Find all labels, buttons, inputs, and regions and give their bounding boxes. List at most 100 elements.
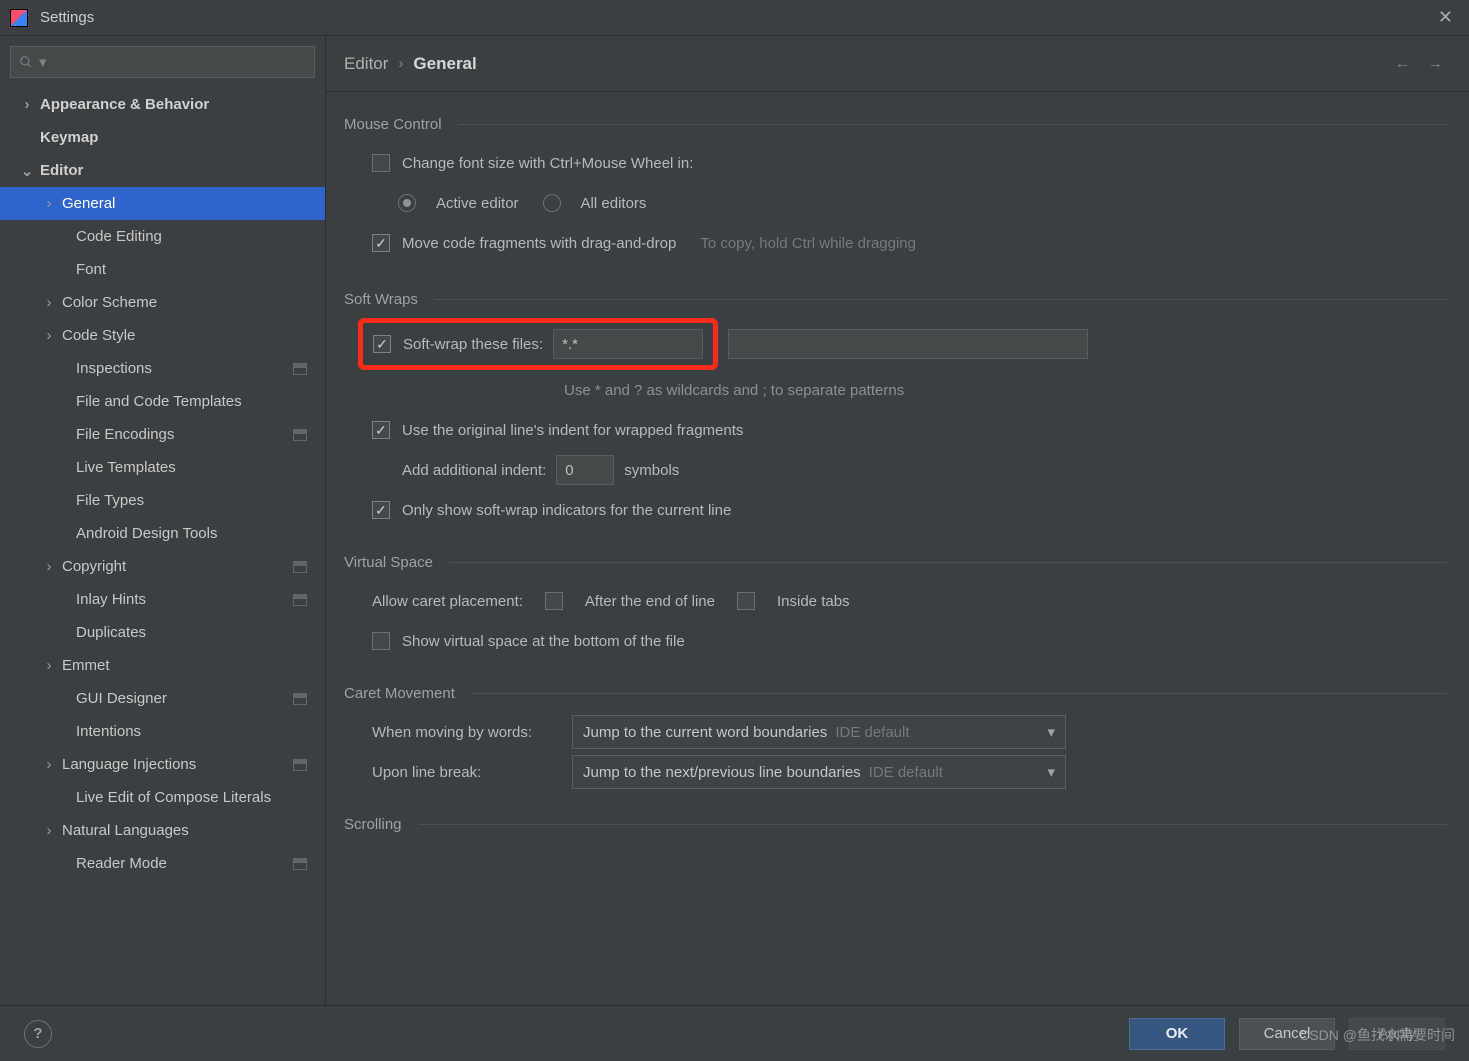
project-scope-icon — [293, 429, 307, 441]
sidebar-item-keymap[interactable]: Keymap — [0, 121, 325, 154]
sidebar-item-color-scheme[interactable]: › Color Scheme — [0, 286, 325, 319]
cancel-button[interactable]: Cancel — [1239, 1018, 1335, 1050]
after-eol-checkbox[interactable] — [545, 592, 563, 610]
search-input[interactable]: ▾ — [10, 46, 315, 78]
sidebar-item-copyright[interactable]: ›Copyright — [0, 550, 325, 583]
chevron-right-icon: › — [42, 558, 56, 575]
sidebar-item-file-encodings[interactable]: File Encodings — [0, 418, 325, 451]
sidebar: ▾ › Appearance & Behavior Keymap⌄Editor › Ge… — [0, 36, 326, 1005]
sidebar-item-label: Appearance & Behavior — [40, 96, 209, 113]
help-button[interactable]: ? — [24, 1020, 52, 1048]
sidebar-item-natural-languages[interactable]: › Natural Languages — [0, 814, 325, 847]
title-bar: Settings ✕ — [0, 0, 1469, 36]
radio-all-editors[interactable] — [543, 194, 561, 212]
by-words-suffix: IDE default — [835, 724, 909, 741]
radio-all-label: All editors — [581, 195, 647, 212]
apply-button[interactable]: Apply — [1349, 1018, 1445, 1050]
sidebar-item-android-design-tools[interactable]: Android Design Tools — [0, 517, 325, 550]
sidebar-item-appearance-behavior[interactable]: › Appearance & Behavior — [0, 88, 325, 121]
sidebar-item-file-types[interactable]: File Types — [0, 484, 325, 517]
chevron-right-icon: › — [20, 96, 34, 113]
sidebar-item-label: File Types — [76, 492, 144, 509]
sidebar-item-label: GUI Designer — [76, 690, 167, 707]
sidebar-item-font[interactable]: Font — [0, 253, 325, 286]
project-scope-icon — [293, 363, 307, 375]
close-icon[interactable]: ✕ — [1432, 7, 1459, 28]
sidebar-item-label: Reader Mode — [76, 855, 167, 872]
back-icon[interactable]: ← — [1395, 55, 1410, 72]
sidebar-item-code-editing[interactable]: Code Editing — [0, 220, 325, 253]
only-current-label: Only show soft-wrap indicators for the c… — [402, 502, 731, 519]
sidebar-item-general[interactable]: › General — [0, 187, 325, 220]
ok-button[interactable]: OK — [1129, 1018, 1225, 1050]
radio-active-editor[interactable] — [398, 194, 416, 212]
sidebar-item-emmet[interactable]: › Emmet — [0, 649, 325, 682]
sidebar-item-intentions[interactable]: Intentions — [0, 715, 325, 748]
drag-drop-checkbox[interactable] — [372, 234, 390, 252]
settings-tree[interactable]: › Appearance & Behavior Keymap⌄Editor › Gene… — [0, 88, 325, 1005]
line-break-suffix: IDE default — [869, 764, 943, 781]
add-indent-input[interactable] — [556, 455, 614, 485]
only-current-checkbox[interactable] — [372, 501, 390, 519]
sidebar-item-label: Language Injections — [62, 756, 196, 773]
soft-wrap-files-input[interactable] — [553, 329, 703, 359]
chevron-right-icon: › — [42, 327, 56, 344]
soft-wrap-files-input-ext[interactable] — [728, 329, 1088, 359]
sidebar-item-file-and-code-templates[interactable]: File and Code Templates — [0, 385, 325, 418]
show-bottom-checkbox[interactable] — [372, 632, 390, 650]
allow-caret-label: Allow caret placement: — [372, 593, 523, 610]
sidebar-item-live-templates[interactable]: Live Templates — [0, 451, 325, 484]
original-indent-checkbox[interactable] — [372, 421, 390, 439]
project-scope-icon — [293, 759, 307, 771]
sidebar-item-label: Duplicates — [76, 624, 146, 641]
chevron-down-icon: ▾ — [1047, 723, 1055, 741]
sidebar-item-inlay-hints[interactable]: Inlay Hints — [0, 583, 325, 616]
section-scrolling: Scrolling — [344, 816, 1447, 833]
sidebar-item-language-injections[interactable]: ›Language Injections — [0, 748, 325, 781]
by-words-label: When moving by words: — [372, 724, 558, 741]
inside-tabs-checkbox[interactable] — [737, 592, 755, 610]
add-indent-suffix: symbols — [624, 462, 679, 479]
sidebar-item-duplicates[interactable]: Duplicates — [0, 616, 325, 649]
chevron-down-icon: ▾ — [1047, 763, 1055, 781]
change-font-label: Change font size with Ctrl+Mouse Wheel i… — [402, 155, 693, 172]
section-mouse-control: Mouse Control — [344, 116, 1447, 133]
project-scope-icon — [293, 693, 307, 705]
sidebar-item-live-edit-of-compose-literals[interactable]: Live Edit of Compose Literals — [0, 781, 325, 814]
project-scope-icon — [293, 561, 307, 573]
soft-wrap-files-checkbox[interactable] — [373, 335, 391, 353]
sidebar-item-label: Android Design Tools — [76, 525, 217, 542]
chevron-right-icon: › — [398, 55, 403, 72]
sidebar-item-editor[interactable]: ⌄Editor — [0, 154, 325, 187]
sidebar-item-label: Natural Languages — [62, 822, 189, 839]
sidebar-item-label: File Encodings — [76, 426, 174, 443]
sidebar-item-label: Editor — [40, 162, 83, 179]
sidebar-item-gui-designer[interactable]: GUI Designer — [0, 682, 325, 715]
chevron-right-icon: › — [42, 822, 56, 839]
sidebar-item-reader-mode[interactable]: Reader Mode — [0, 847, 325, 880]
breadcrumb-parent[interactable]: Editor — [344, 54, 388, 74]
sidebar-item-label: General — [62, 195, 115, 212]
chevron-right-icon: › — [42, 294, 56, 311]
breadcrumb: Editor › General ← → — [326, 36, 1469, 92]
sidebar-item-code-style[interactable]: ›Code Style — [0, 319, 325, 352]
line-break-label: Upon line break: — [372, 764, 558, 781]
project-scope-icon — [293, 594, 307, 606]
sidebar-item-label: Emmet — [62, 657, 110, 674]
change-font-checkbox[interactable] — [372, 154, 390, 172]
sidebar-item-label: File and Code Templates — [76, 393, 242, 410]
by-words-select[interactable]: Jump to the current word boundaries IDE … — [572, 715, 1066, 749]
sidebar-item-label: Color Scheme — [62, 294, 157, 311]
line-break-select[interactable]: Jump to the next/previous line boundarie… — [572, 755, 1066, 789]
section-title-label: Virtual Space — [344, 554, 433, 571]
sidebar-item-inspections[interactable]: Inspections — [0, 352, 325, 385]
footer: ? OK Cancel Apply — [0, 1005, 1469, 1061]
inside-tabs-label: Inside tabs — [777, 593, 850, 610]
search-icon — [19, 55, 33, 69]
sidebar-item-label: Live Edit of Compose Literals — [76, 789, 271, 806]
wildcards-hint: Use * and ? as wildcards and ; to separa… — [564, 382, 904, 399]
forward-icon[interactable]: → — [1428, 55, 1443, 72]
chevron-right-icon: › — [42, 195, 56, 212]
section-virtual-space: Virtual Space — [344, 554, 1447, 571]
chevron-right-icon: › — [42, 657, 56, 674]
